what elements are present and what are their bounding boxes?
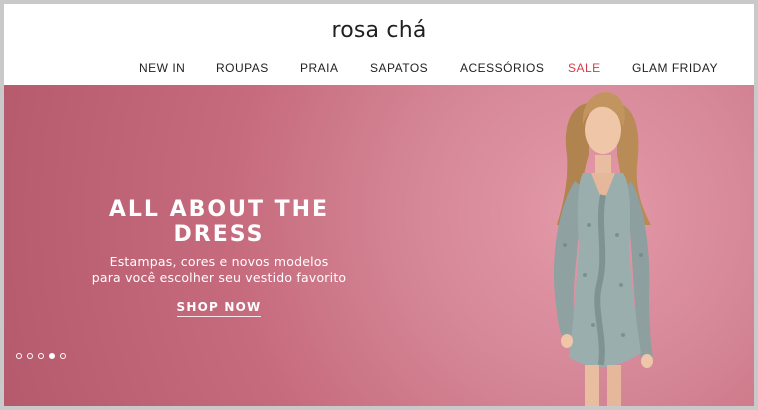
hero-subtitle-line-2: para você escolher seu vestido favorito [91,270,347,285]
nav-item-roupas[interactable]: ROUPAS [216,61,269,75]
hero-headline: ALL ABOUT THE DRESS [108,197,330,247]
page-frame: rosa chá NEW IN ROUPAS PRAIA SAPATOS ACE… [4,4,754,406]
shop-now-link[interactable]: SHOP NOW [176,300,262,317]
model-photo [553,92,653,406]
main-nav: NEW IN ROUPAS PRAIA SAPATOS ACESSÓRIOS S… [4,61,754,83]
nav-item-sapatos[interactable]: SAPATOS [370,61,428,75]
carousel-dot[interactable] [16,353,22,359]
nav-item-praia[interactable]: PRAIA [300,61,339,75]
nav-item-acessorios[interactable]: ACESSÓRIOS [460,61,544,75]
hero-banner[interactable]: ALL ABOUT THE DRESS Estampas, cores e no… [4,85,754,406]
nav-item-new-in[interactable]: NEW IN [139,61,185,75]
carousel-dots [16,353,66,359]
carousel-dot[interactable] [49,353,55,359]
nav-item-glam-friday[interactable]: GLAM FRIDAY [632,61,718,75]
carousel-dot[interactable] [27,353,33,359]
hero-subtitle: Estampas, cores e novos modelos para voc… [64,254,374,286]
hero-subtitle-line-1: Estampas, cores e novos modelos [109,254,329,269]
hero-text-block: ALL ABOUT THE DRESS Estampas, cores e no… [64,197,374,317]
carousel-dot[interactable] [38,353,44,359]
carousel-dot[interactable] [60,353,66,359]
brand-logo[interactable]: rosa chá [4,18,754,43]
nav-item-sale[interactable]: SALE [568,61,601,75]
